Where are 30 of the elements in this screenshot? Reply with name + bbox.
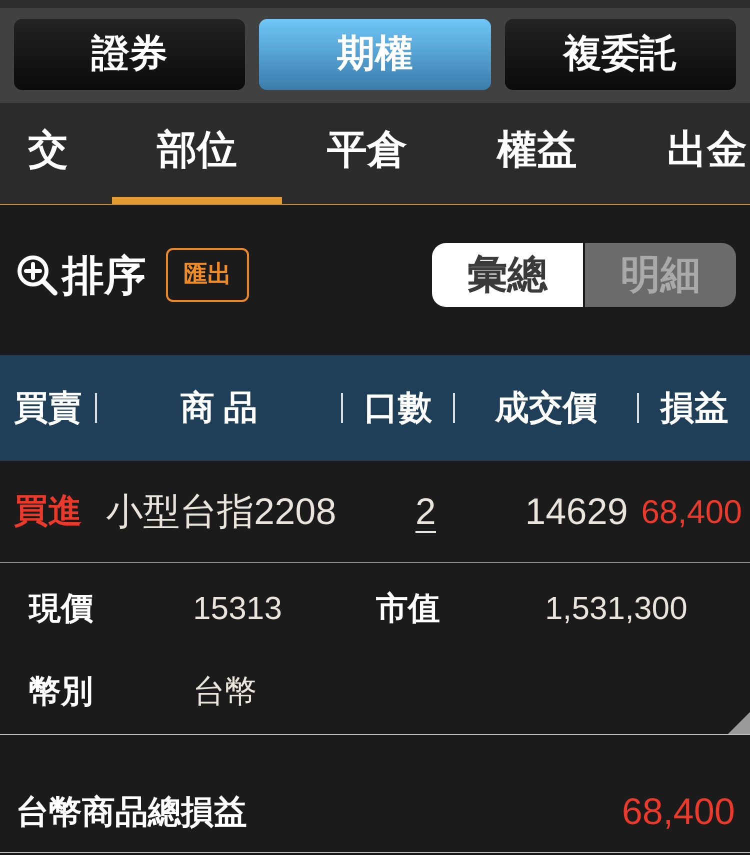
tab[interactable]: 出金 [622, 103, 750, 204]
zoom-in-icon [16, 254, 58, 296]
detail-label: 現價 [29, 588, 93, 628]
corner-triangle-icon [728, 712, 750, 734]
column-header: 損益 [658, 388, 730, 428]
segment-button[interactable]: 複委託 [504, 19, 736, 90]
summary-value: 68,400 [622, 790, 735, 834]
column-header: 口數 [363, 388, 433, 428]
quantity-link[interactable]: 2 [415, 484, 436, 540]
detail-value: 15313 [193, 588, 282, 628]
detail-label: 幣別 [29, 672, 93, 710]
detail-label: 市值 [376, 588, 440, 628]
tab[interactable]: 平倉 [282, 103, 452, 204]
tab[interactable]: 部位 [112, 103, 282, 204]
tab[interactable]: 交 [0, 103, 112, 204]
segment-button[interactable]: 證券 [14, 19, 246, 90]
price-cell-text: 14629 [525, 490, 628, 534]
tab[interactable]: 權益 [452, 103, 622, 204]
detail-value: 台幣 [193, 672, 257, 710]
export-button[interactable]: 匯出 [166, 248, 249, 302]
summary-label: 台幣商品總損益 [16, 792, 247, 832]
column-header: 成交價 [494, 388, 598, 428]
product-cell-text: 小型台指2208 [106, 490, 338, 534]
column-header: 買賣 [13, 388, 83, 428]
toggle-option[interactable]: 彙總 [432, 243, 583, 307]
column-header: 商 品 [179, 388, 259, 428]
detail-value: 1,531,300 [545, 588, 688, 628]
side-cell-text: 買進 [13, 491, 83, 532]
sort-button[interactable]: 排序 [16, 244, 146, 306]
pnl-cell-text: 68,400 [641, 492, 742, 532]
